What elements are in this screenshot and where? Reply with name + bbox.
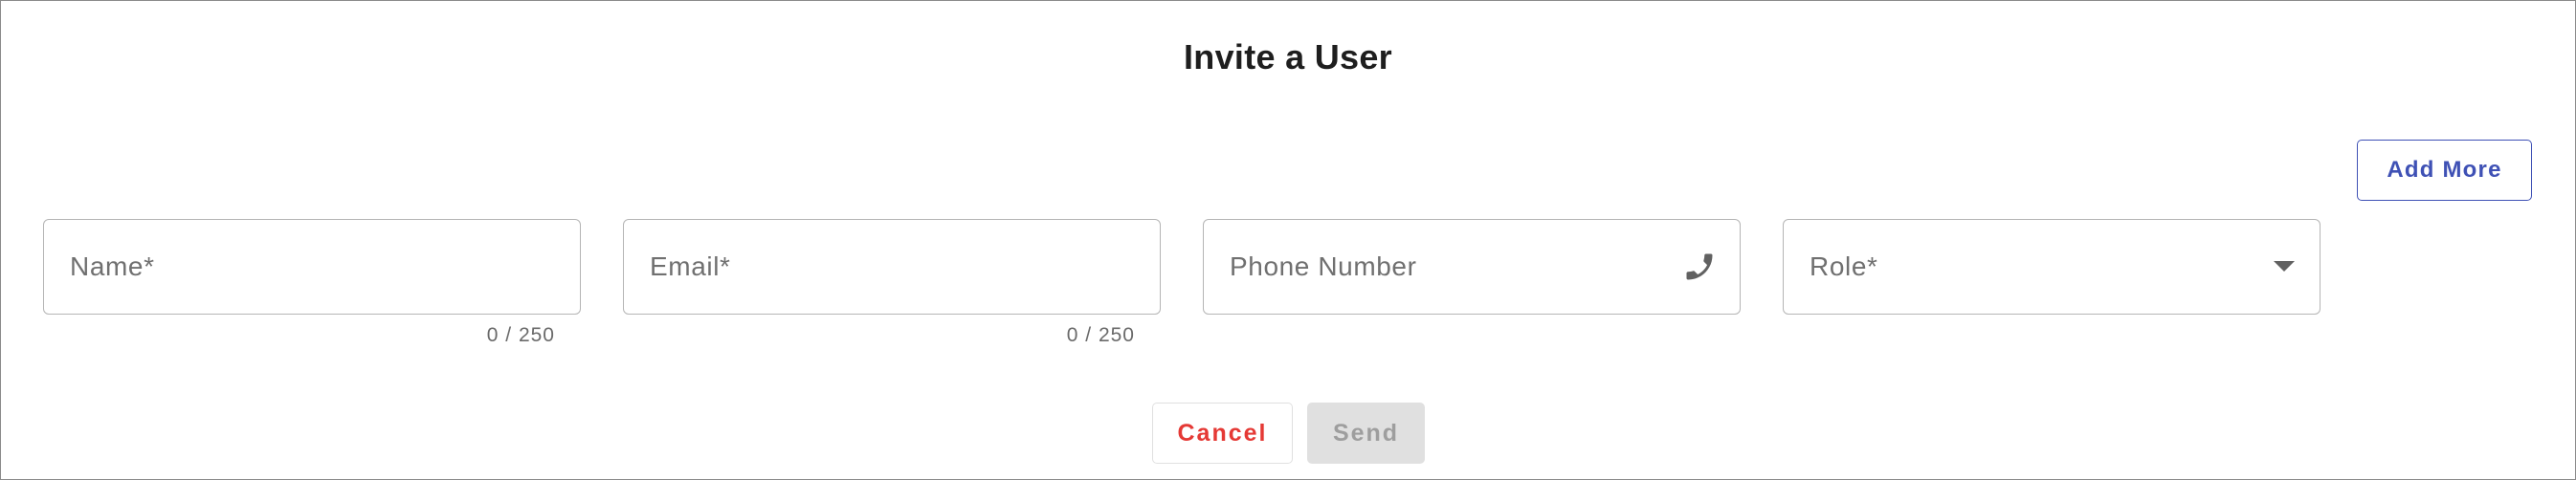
name-field[interactable]: Name* [43, 219, 581, 315]
name-char-counter: 0 / 250 [486, 324, 555, 346]
page: Invite a User Add More Name* 0 / 250 Ema… [0, 0, 2576, 480]
phone-number-field[interactable]: Phone Number [1203, 219, 1741, 315]
dialog-title: Invite a User [1183, 37, 1392, 76]
role-select-placeholder: Role* [1810, 251, 1878, 281]
dropdown-arrow-icon [2274, 261, 2295, 273]
add-more-button[interactable]: Add More [2357, 140, 2532, 201]
phone-icon [1682, 250, 1717, 284]
email-char-counter: 0 / 250 [1066, 324, 1135, 346]
cancel-button[interactable]: Cancel [1152, 403, 1293, 464]
send-button[interactable]: Send [1307, 403, 1425, 464]
role-select[interactable]: Role* [1783, 219, 2321, 315]
invite-user-dialog: Invite a User Add More Name* 0 / 250 Ema… [0, 0, 2576, 480]
phone-number-field-placeholder: Phone Number [1230, 251, 1417, 281]
name-field-placeholder: Name* [70, 251, 155, 281]
email-field-placeholder: Email* [650, 251, 731, 281]
email-field[interactable]: Email* [623, 219, 1161, 315]
